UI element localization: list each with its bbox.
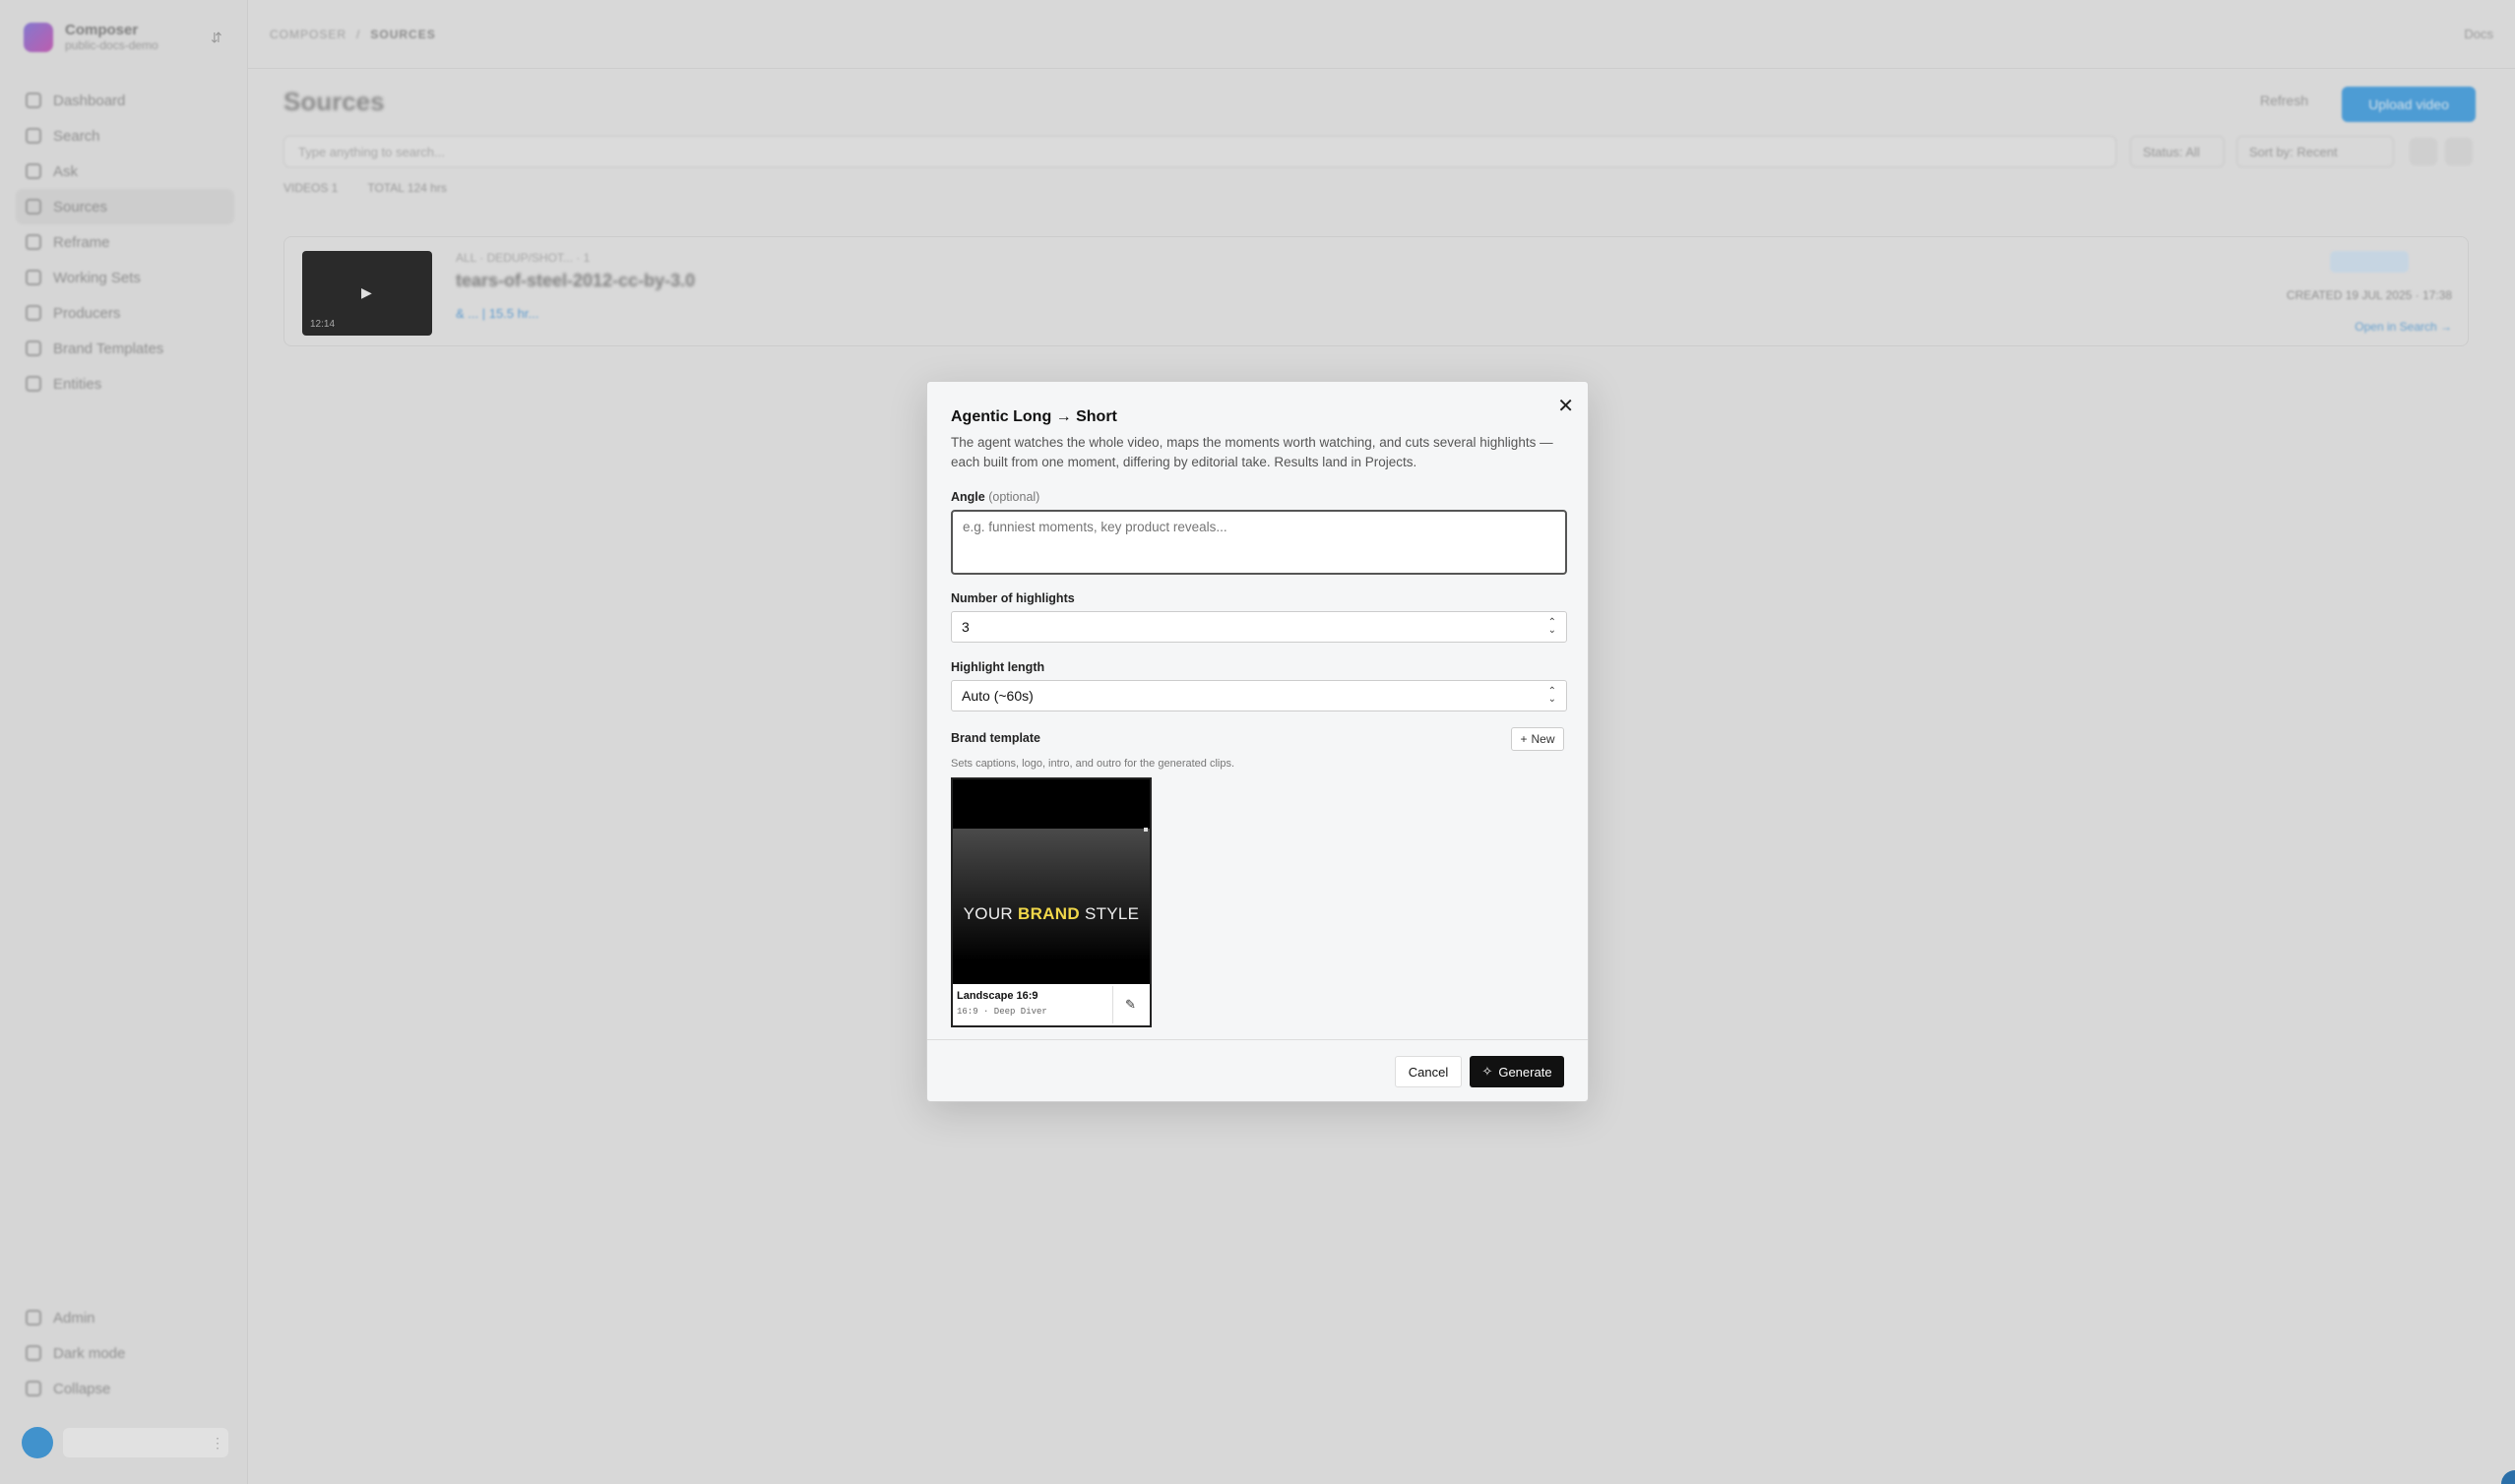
preview-word-2: BRAND (1018, 904, 1080, 923)
highlights-value: 3 (962, 619, 970, 635)
chevron-updown-icon: ⌃ ⌄ (1547, 686, 1556, 705)
generate-label: Generate (1498, 1064, 1552, 1080)
template-preview: YOUR BRAND STYLE (953, 779, 1150, 984)
highlights-select[interactable]: 3 ⌃ ⌄ (951, 611, 1567, 643)
generate-button[interactable]: ✧ Generate (1470, 1056, 1564, 1087)
template-selected-dot (1144, 828, 1148, 832)
length-value: Auto (~60s) (962, 688, 1034, 704)
footer-divider (927, 1039, 1588, 1040)
sparkle-icon: ✧ (1481, 1064, 1493, 1079)
template-preview-text: YOUR BRAND STYLE (953, 904, 1150, 924)
agentic-long-to-short-dialog: ✕ Agentic Long → Short The agent watches… (926, 381, 1589, 1102)
length-label: Highlight length (951, 660, 1045, 674)
dialog-description: The agent watches the whole video, maps … (951, 435, 1553, 469)
pencil-icon: ✎ (1125, 997, 1136, 1012)
angle-input[interactable] (951, 510, 1567, 575)
template-name: Landscape 16:9 (957, 990, 1038, 1002)
plus-icon: + (1520, 732, 1528, 746)
optional-tag: (optional) (988, 490, 1040, 504)
edit-template-button[interactable]: ✎ (1112, 986, 1148, 1023)
template-sub: 16:9 · Deep Diver (957, 1007, 1047, 1017)
brand-template-help: Sets captions, logo, intro, and outro fo… (951, 758, 1235, 770)
angle-label-text: Angle (951, 490, 985, 504)
brand-template-label: Brand template (951, 731, 1040, 745)
length-select[interactable]: Auto (~60s) ⌃ ⌄ (951, 680, 1567, 711)
brand-template-card[interactable]: YOUR BRAND STYLE Landscape 16:9 16:9 · D… (951, 777, 1152, 1027)
cancel-button[interactable]: Cancel (1395, 1056, 1462, 1087)
angle-label: Angle (optional) (951, 490, 1039, 504)
preview-word-3: STYLE (1084, 904, 1140, 923)
new-button-label: New (1531, 732, 1555, 746)
highlights-label: Number of highlights (951, 591, 1075, 605)
dialog-title: Agentic Long → Short (951, 408, 1117, 425)
chevron-updown-icon: ⌃ ⌄ (1547, 617, 1556, 636)
close-icon[interactable]: ✕ (1557, 394, 1574, 418)
preview-word-1: YOUR (963, 904, 1013, 923)
new-template-button[interactable]: + New (1511, 727, 1564, 751)
